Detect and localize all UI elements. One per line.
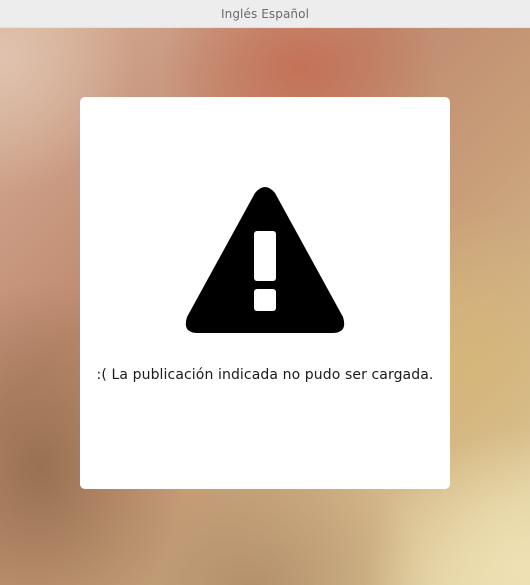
warning-triangle-icon (185, 187, 345, 333)
error-card: :( La publicación indicada no pudo ser c… (80, 97, 450, 489)
top-bar: Inglés Español (0, 0, 530, 28)
page-title: Inglés Español (220, 6, 310, 21)
error-message: :( La publicación indicada no pudo ser c… (96, 367, 434, 383)
